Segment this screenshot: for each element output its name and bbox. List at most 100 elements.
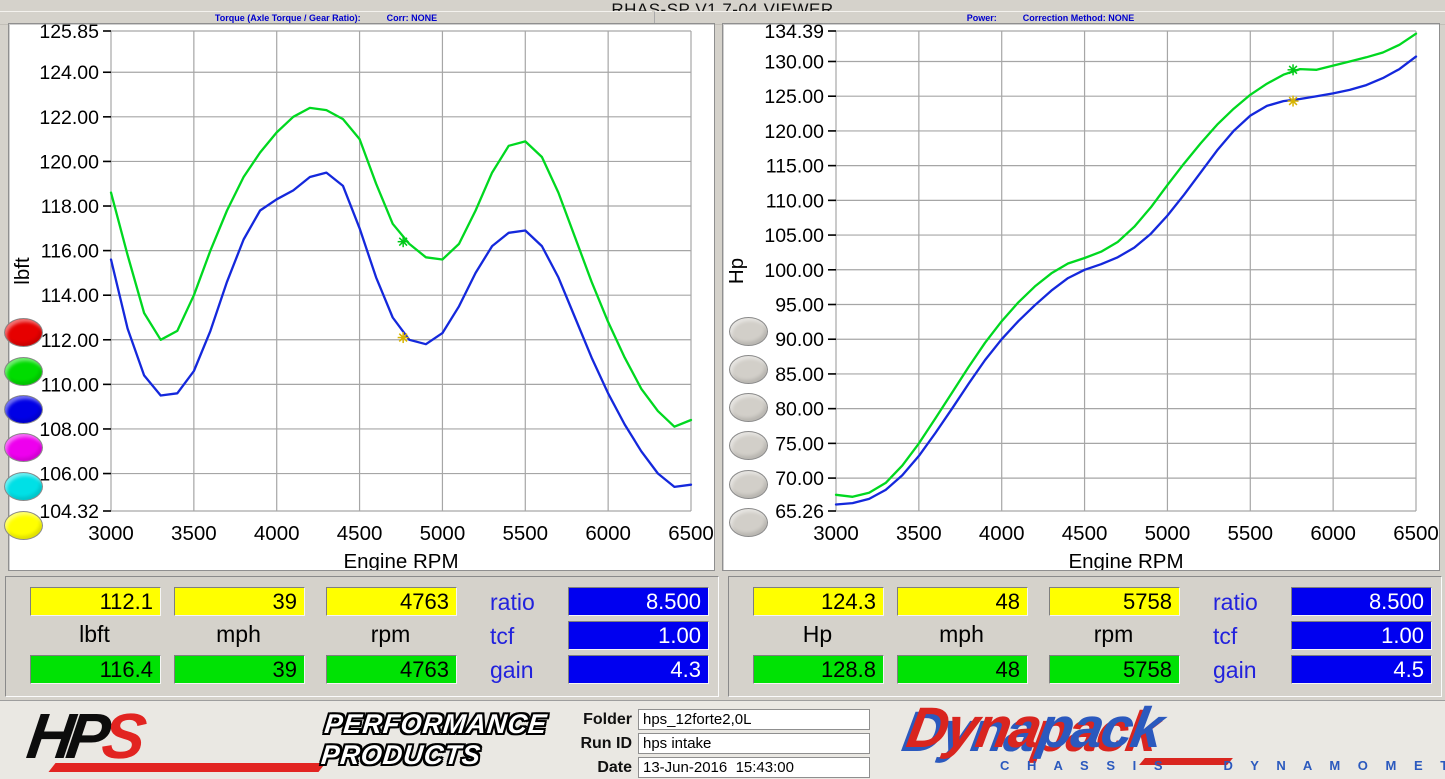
channel-button-cyan[interactable] [4,472,43,501]
channel-button-gray-4[interactable] [729,431,768,460]
svg-text:105.00: 105.00 [764,225,824,247]
svg-text:130.00: 130.00 [764,51,824,73]
svg-text:6500: 6500 [1393,522,1439,545]
torque-cursor1-value: 112.1 [30,587,161,616]
ratio-label: ratio [1213,589,1258,616]
power-unit-label: Hp [753,621,882,648]
channel-button-gray-5[interactable] [729,470,768,499]
channel-button-blue[interactable] [4,395,43,424]
hps-performance-text: PERFORMANCE [323,709,549,740]
svg-text:Hp: Hp [725,258,748,284]
svg-text:108.00: 108.00 [39,419,99,441]
svg-text:114.00: 114.00 [41,285,99,307]
torque-readout-panel: 112.1 39 4763 lbft mph rpm 116.4 39 4763… [5,576,719,697]
footer-bar: HPS PERFORMANCE PRODUCTS Folder Run ID D… [0,700,1445,779]
torque-cursor2-rpm: 4763 [326,655,457,684]
svg-text:125.85: 125.85 [39,24,99,43]
channel-button-magenta[interactable] [4,433,43,462]
channel-button-gray-6[interactable] [729,508,768,537]
svg-text:80.00: 80.00 [775,399,824,421]
power-chart[interactable]: 134.39130.00125.00120.00115.00110.00105.… [723,24,1439,570]
svg-text:6000: 6000 [1310,522,1356,545]
svg-text:6000: 6000 [585,522,631,545]
run-id-input[interactable] [638,733,870,754]
rpm-label: rpm [1049,621,1178,648]
hps-logo-hp: HP [23,700,108,772]
svg-text:3500: 3500 [896,522,942,545]
channel-button-gray-3[interactable] [729,393,768,422]
dynapack-logo: Dynapack C H A S S I S D Y N A M O M E T… [900,703,1440,777]
channel-button-gray-1[interactable] [729,317,768,346]
channel-button-red[interactable] [4,318,43,347]
svg-text:4000: 4000 [979,522,1025,545]
svg-text:115.00: 115.00 [766,156,824,178]
svg-text:3000: 3000 [88,522,134,545]
svg-text:120.00: 120.00 [764,121,824,143]
svg-text:90.00: 90.00 [775,329,824,351]
svg-text:110.00: 110.00 [41,374,99,396]
svg-text:95.00: 95.00 [775,295,824,317]
svg-text:125.00: 125.00 [764,86,824,108]
dynapack-chassis-text: C H A S S I S [1000,758,1170,773]
torque-chart[interactable]: 125.85124.00122.00120.00118.00116.00114.… [9,24,714,570]
power-ratio-field[interactable]: 8.500 [1291,587,1432,616]
svg-text:85.00: 85.00 [775,364,824,386]
torque-chart-panel: 125.85124.00122.00120.00118.00116.00114.… [8,23,715,571]
svg-text:3500: 3500 [171,522,217,545]
power-cursor2-value: 128.8 [753,655,884,684]
svg-text:4500: 4500 [1062,522,1108,545]
svg-text:104.32: 104.32 [39,501,99,523]
svg-text:116.00: 116.00 [41,241,99,263]
svg-text:118.00: 118.00 [41,196,99,218]
torque-tcf-field[interactable]: 1.00 [568,621,709,650]
svg-text:6500: 6500 [668,522,714,545]
power-caption-label: Power: [967,13,997,23]
svg-text:5000: 5000 [1145,522,1191,545]
svg-text:Engine RPM: Engine RPM [343,550,458,570]
folder-label: Folder [560,711,632,729]
tcf-label: tcf [1213,623,1237,650]
run-info-form: Folder Run ID Date [560,709,870,779]
dynapack-logo-dyna: Dyna [902,696,1045,760]
viewer-window: RHAS-SP V1.7-04 VIEWER Torque (Axle Torq… [0,0,1445,779]
svg-text:70.00: 70.00 [775,468,824,490]
svg-text:5000: 5000 [420,522,466,545]
window-title-bar: RHAS-SP V1.7-04 VIEWER [0,0,1445,11]
power-readout-panel: 124.3 48 5758 Hp mph rpm 128.8 48 5758 r… [728,576,1442,697]
svg-text:112.00: 112.00 [41,330,99,352]
date-input[interactable] [638,757,870,778]
power-tcf-field[interactable]: 1.00 [1291,621,1432,650]
svg-text:4500: 4500 [337,522,383,545]
svg-text:5500: 5500 [502,522,548,545]
mph-label: mph [174,621,303,648]
power-gain-field[interactable]: 4.5 [1291,655,1432,684]
torque-cursor2-mph: 39 [174,655,305,684]
torque-caption-corr: Corr: NONE [387,13,438,23]
tcf-label: tcf [490,623,514,650]
torque-ratio-field[interactable]: 8.500 [568,587,709,616]
power-cursor1-mph: 48 [897,587,1028,616]
power-caption-corr: Correction Method: NONE [1023,13,1135,23]
power-chart-panel: 134.39130.00125.00120.00115.00110.00105.… [722,23,1440,571]
power-cursor2-mph: 48 [897,655,1028,684]
svg-text:Engine RPM: Engine RPM [1068,550,1183,570]
channel-button-gray-2[interactable] [729,355,768,384]
gain-label: gain [1213,657,1256,684]
window-title: RHAS-SP V1.7-04 VIEWER [611,0,833,11]
run-id-label: Run ID [560,735,632,753]
hps-products-text: PRODUCTS [320,740,546,771]
channel-button-yellow[interactable] [4,511,43,540]
svg-text:lbft: lbft [11,257,34,285]
folder-input[interactable] [638,709,870,730]
svg-text:100.00: 100.00 [764,260,824,282]
ratio-label: ratio [490,589,535,616]
torque-caption-label: Torque (Axle Torque / Gear Ratio): [215,13,361,23]
torque-gain-field[interactable]: 4.3 [568,655,709,684]
channel-button-green[interactable] [4,357,43,386]
svg-text:134.39: 134.39 [764,24,824,43]
dynapack-dynamometers-text: D Y N A M O M E T E R S [1224,758,1445,773]
torque-cursor2-value: 116.4 [30,655,161,684]
power-cursor2-rpm: 5758 [1049,655,1180,684]
svg-text:75.00: 75.00 [775,433,824,455]
svg-text:3000: 3000 [813,522,859,545]
